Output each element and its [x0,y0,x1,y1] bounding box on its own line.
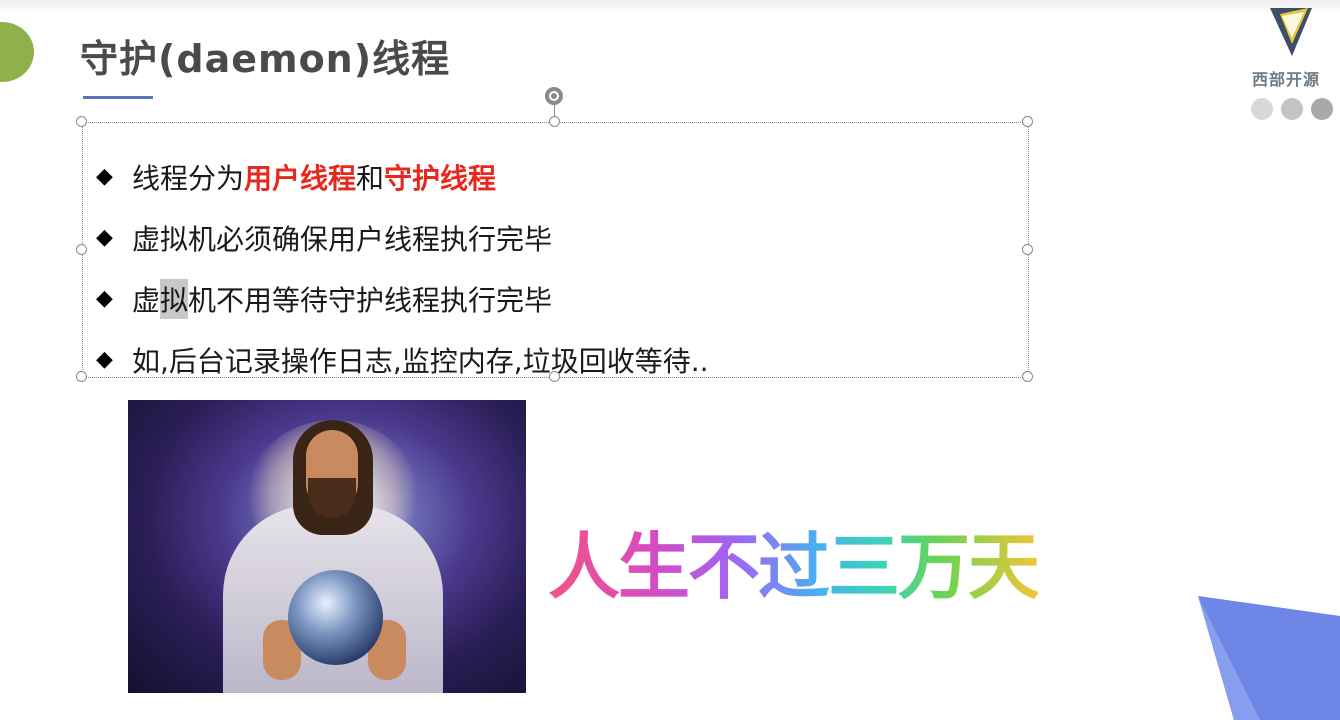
resize-handle-top-right[interactable] [1022,116,1033,127]
resize-handle-bottom-left[interactable] [76,371,87,382]
diamond-bullet-icon: ◆ [96,225,113,250]
bullet-item[interactable]: ◆ 线程分为 用户线程 和 守护线程 [96,146,709,207]
corner-decoration-icon [1198,596,1340,720]
bullet-text: 线程分为 [132,161,245,195]
dot-dark [1311,98,1333,120]
diamond-bullet-icon: ◆ [96,164,113,189]
bullet-text: 如,后台记录操作日志,监控内存,垃圾回收等待.. [132,344,709,378]
bullet-item[interactable]: ◆ 虚 拟 机不用等待守护线程执行完毕 [96,268,709,329]
resize-handle-top-left[interactable] [76,116,87,127]
dot-medium [1281,98,1303,120]
bullet-text: 和 [356,161,385,195]
bullet-item[interactable]: ◆ 如,后台记录操作日志,监控内存,垃圾回收等待.. [96,329,709,390]
top-shade [0,0,1340,14]
bullet-text: 虚 [132,283,161,317]
logo-triangle-icon [1270,8,1312,56]
bullet-item[interactable]: ◆ 虚拟机必须确保用户线程执行完毕 [96,207,709,268]
bullet-text-emphasis: 守护线程 [384,161,497,195]
jesus-globe-image[interactable] [128,400,526,693]
title-underline [83,96,153,99]
rotate-handle-icon[interactable] [545,87,563,105]
bullet-text-emphasis: 用户线程 [244,161,357,195]
resize-handle-right[interactable] [1022,244,1033,255]
selected-character: 拟 [160,278,189,319]
resize-handle-bottom-right[interactable] [1022,371,1033,382]
bullet-text: 虚拟机必须确保用户线程执行完毕 [132,222,553,256]
slide-title[interactable]: 守护(daemon)线程 [80,28,450,83]
rainbow-word-art[interactable]: 人生不过三万天 [548,508,1040,613]
resize-handle-top[interactable] [549,116,560,127]
logo-text: 西部开源 [1252,70,1321,89]
resize-handle-left[interactable] [76,244,87,255]
globe-icon [288,570,383,665]
diamond-bullet-icon: ◆ [96,347,113,372]
bullet-text: 机不用等待守护线程执行完毕 [188,283,553,317]
brand-logo: 西部开源 [1246,4,1336,89]
diamond-bullet-icon: ◆ [96,286,113,311]
bullet-list[interactable]: ◆ 线程分为 用户线程 和 守护线程 ◆ 虚拟机必须确保用户线程执行完毕 ◆ 虚… [96,146,709,390]
dot-light [1251,98,1273,120]
accent-circle [0,22,34,82]
